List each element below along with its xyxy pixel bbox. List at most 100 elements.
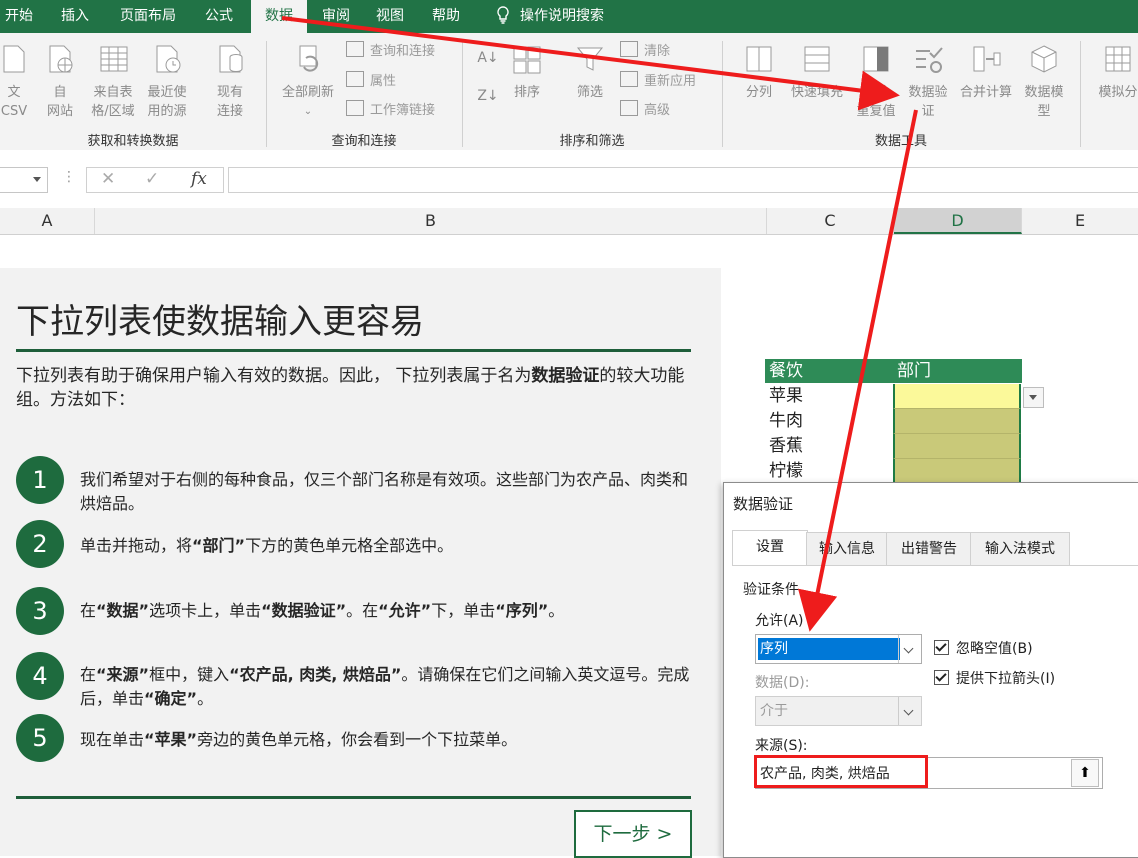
name-box[interactable]: [0, 167, 48, 193]
food-cell[interactable]: 苹果: [765, 384, 893, 409]
group-label-data-tools: 数据工具: [874, 134, 927, 149]
checkbox-checked-icon: [934, 670, 949, 685]
from-table-label: 来自表 格/区域: [91, 85, 135, 119]
from-text-csv-button[interactable]: 文 CSV: [0, 43, 34, 121]
tab-page-layout[interactable]: 页面布局: [108, 0, 188, 33]
tab-input-message[interactable]: 输入信息: [806, 532, 888, 565]
ignore-blank-checkbox[interactable]: 忽略空值(B): [934, 638, 1033, 658]
clear-label: 清除: [644, 44, 671, 59]
reapply-icon: [620, 71, 638, 87]
cancel-icon[interactable]: ✕: [101, 169, 115, 189]
sort-za-icon: Z↓: [477, 88, 499, 104]
enter-icon[interactable]: ✓: [145, 169, 159, 189]
reapply-button[interactable]: 重新应用: [620, 71, 696, 93]
tab-formulas[interactable]: 公式: [196, 0, 242, 33]
formula-bar: ⋮ ✕ ✓ fx: [0, 150, 1138, 209]
cell-dropdown-button[interactable]: [1023, 387, 1044, 408]
data-select[interactable]: 介于: [755, 696, 922, 726]
properties-button[interactable]: 属性: [346, 71, 396, 93]
tab-settings[interactable]: 设置: [732, 530, 808, 566]
data-validation-button[interactable]: 数据验 证: [902, 43, 954, 121]
step-text-1: 我们希望对于右侧的每种食品，仅三个部门名称是有效项。这些部门为农产品、肉类和烘焙…: [80, 470, 689, 513]
lightbulb-icon: [497, 6, 509, 24]
title-divider: [16, 349, 691, 352]
column-header-a[interactable]: A: [0, 208, 95, 234]
consolidate-label: 合并计算: [959, 85, 1012, 100]
sort-az-icon: A↓: [477, 50, 499, 66]
step-5-part: 现在单击: [80, 730, 145, 749]
tab-data[interactable]: 数据: [251, 0, 307, 33]
tab-error-alert[interactable]: 出错警告: [886, 532, 972, 565]
food-cell[interactable]: 柠檬: [765, 459, 893, 484]
sort-za-button[interactable]: Z↓: [476, 87, 500, 106]
column-header-e[interactable]: E: [1022, 208, 1138, 234]
in-cell-dropdown-checkbox[interactable]: 提供下拉箭头(I): [934, 668, 1055, 688]
step-4-bold: “来源”: [96, 665, 150, 684]
formula-input[interactable]: [228, 167, 1138, 193]
column-header-d[interactable]: D: [894, 208, 1022, 234]
filter-button[interactable]: 筛选: [570, 43, 610, 102]
from-web-button[interactable]: 自 网站: [40, 43, 80, 121]
allow-select[interactable]: 序列: [755, 634, 922, 664]
queries-connections-label: 查询和连接: [370, 44, 436, 59]
flash-fill-button[interactable]: 快速填充: [786, 43, 848, 102]
refresh-all-label: 全部刷新: [281, 85, 334, 100]
header-department[interactable]: 部门: [893, 359, 1022, 383]
from-table-button[interactable]: 来自表 格/区域: [87, 43, 139, 121]
department-cell[interactable]: [893, 384, 1021, 409]
department-cell[interactable]: [893, 409, 1021, 434]
existing-connections-label: 现有 连接: [216, 85, 243, 119]
queries-connections-button[interactable]: 查询和连接: [346, 41, 435, 63]
text-file-icon: [3, 45, 25, 73]
what-if-analysis-button[interactable]: 模拟分: [1088, 43, 1138, 102]
step-3-part: 下，单击: [431, 601, 496, 620]
tab-review[interactable]: 审阅: [313, 0, 359, 33]
consolidate-button[interactable]: 合并计算: [956, 43, 1016, 102]
existing-connections-button[interactable]: 现有 连接: [206, 43, 254, 121]
data-model-button[interactable]: 数据模 型: [1018, 43, 1070, 121]
collapse-dialog-icon[interactable]: ⬆: [1071, 759, 1099, 787]
insert-function-icon[interactable]: fx: [191, 169, 207, 189]
step-5-part: 旁边的黄色单元格，你会看到一个下拉菜单。: [197, 730, 518, 749]
recent-sources-button[interactable]: 最近使 用的源: [141, 43, 193, 121]
tab-ime-mode[interactable]: 输入法模式: [970, 532, 1070, 565]
next-button[interactable]: 下一步 >: [574, 810, 692, 858]
food-cell[interactable]: 牛肉: [765, 409, 893, 434]
existing-connections-icon: [219, 45, 243, 73]
ribbon-tab-bar: 开始 插入 页面布局 公式 数据 审阅 视图 帮助 操作说明搜索: [0, 0, 1138, 33]
step-4-part: 框中，键入: [149, 665, 230, 684]
advanced-button[interactable]: 高级: [620, 100, 670, 122]
queries-icon: [346, 41, 364, 57]
data-validation-icon: [916, 47, 943, 73]
tab-view[interactable]: 视图: [367, 0, 413, 33]
chevron-down-icon: [33, 177, 41, 182]
remove-duplicates-button[interactable]: 删除 重复值: [850, 43, 902, 121]
intro-text: 下拉列表有助于确保用户输入有效的数据。因此， 下拉列表属于名为数据验证的较大功能…: [16, 364, 706, 412]
step-2-bold: “部门”: [192, 536, 246, 555]
sort-label: 排序: [513, 85, 540, 100]
properties-label: 属性: [370, 74, 397, 89]
step-3-part: 。: [548, 601, 565, 620]
header-food[interactable]: 餐饮: [765, 359, 893, 383]
column-header-b[interactable]: B: [95, 208, 767, 234]
tab-help[interactable]: 帮助: [423, 0, 469, 33]
chevron-down-icon: [898, 635, 921, 663]
data-validation-label: 数据验 证: [908, 85, 948, 119]
department-cell[interactable]: [893, 434, 1021, 459]
advanced-filter-icon: [620, 100, 638, 116]
sort-button[interactable]: 排序: [508, 43, 546, 102]
edit-links-button[interactable]: 工作簿链接: [346, 100, 435, 122]
tab-insert[interactable]: 插入: [52, 0, 98, 33]
text-to-columns-label: 分列: [745, 85, 772, 100]
step-4-part: 。: [197, 689, 214, 708]
clear-button[interactable]: 清除: [620, 41, 670, 63]
department-cell[interactable]: [893, 459, 1021, 484]
tell-me-search[interactable]: 操作说明搜索: [496, 0, 604, 33]
refresh-all-button[interactable]: 全部刷新 ⌄: [276, 43, 340, 121]
tab-home[interactable]: 开始: [0, 0, 38, 33]
text-to-columns-button[interactable]: 分列: [738, 43, 780, 102]
sort-az-button[interactable]: A↓: [476, 49, 500, 68]
food-cell[interactable]: 香蕉: [765, 434, 893, 459]
step-3-bold: “序列”: [495, 601, 549, 620]
column-header-c[interactable]: C: [767, 208, 894, 234]
